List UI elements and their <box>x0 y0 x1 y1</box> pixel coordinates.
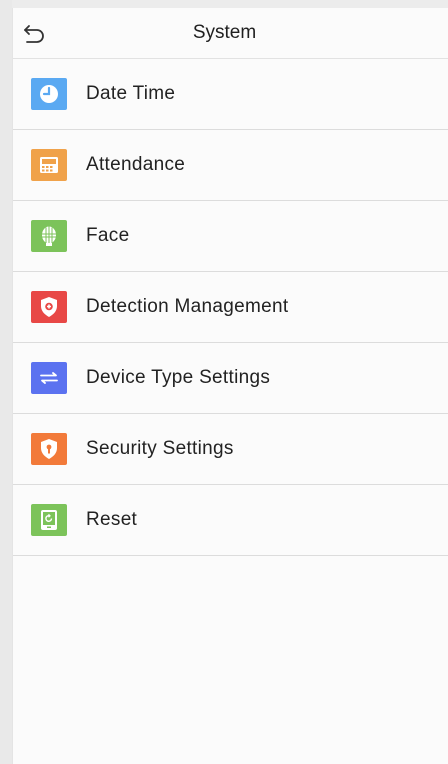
menu-item-label: Face <box>86 225 130 246</box>
menu-item-label: Device Type Settings <box>86 367 271 388</box>
reset-device-icon <box>31 504 67 536</box>
face-scan-icon <box>31 220 67 252</box>
back-arrow-icon <box>24 25 44 43</box>
header-bar: System <box>13 8 448 59</box>
switch-arrows-icon <box>31 362 67 394</box>
page-title: System <box>192 22 257 43</box>
background-strip <box>0 0 12 764</box>
menu-item-label: Security Settings <box>86 438 234 459</box>
back-button[interactable] <box>19 20 49 46</box>
menu-item-face[interactable]: Face <box>13 201 448 272</box>
menu-item-detection-management[interactable]: Detection Management <box>13 272 448 343</box>
menu-item-device-type-settings[interactable]: Device Type Settings <box>13 343 448 414</box>
attendance-device-icon <box>31 149 67 181</box>
menu-item-attendance[interactable]: Attendance <box>13 130 448 201</box>
menu-item-security-settings[interactable]: Security Settings <box>13 414 448 485</box>
menu-item-date-time[interactable]: Date Time <box>13 59 448 130</box>
clock-icon <box>31 78 67 110</box>
menu-item-reset[interactable]: Reset <box>13 485 448 556</box>
shield-alert-icon <box>31 291 67 323</box>
system-panel: System Date Time Attendance Face Detecti… <box>12 8 448 764</box>
menu-item-label: Date Time <box>86 83 176 104</box>
menu-item-label: Detection Management <box>86 296 289 317</box>
screen: System Date Time Attendance Face Detecti… <box>0 0 448 764</box>
menu-item-label: Reset <box>86 509 138 530</box>
security-shield-icon <box>31 433 67 465</box>
menu-item-label: Attendance <box>86 154 186 175</box>
